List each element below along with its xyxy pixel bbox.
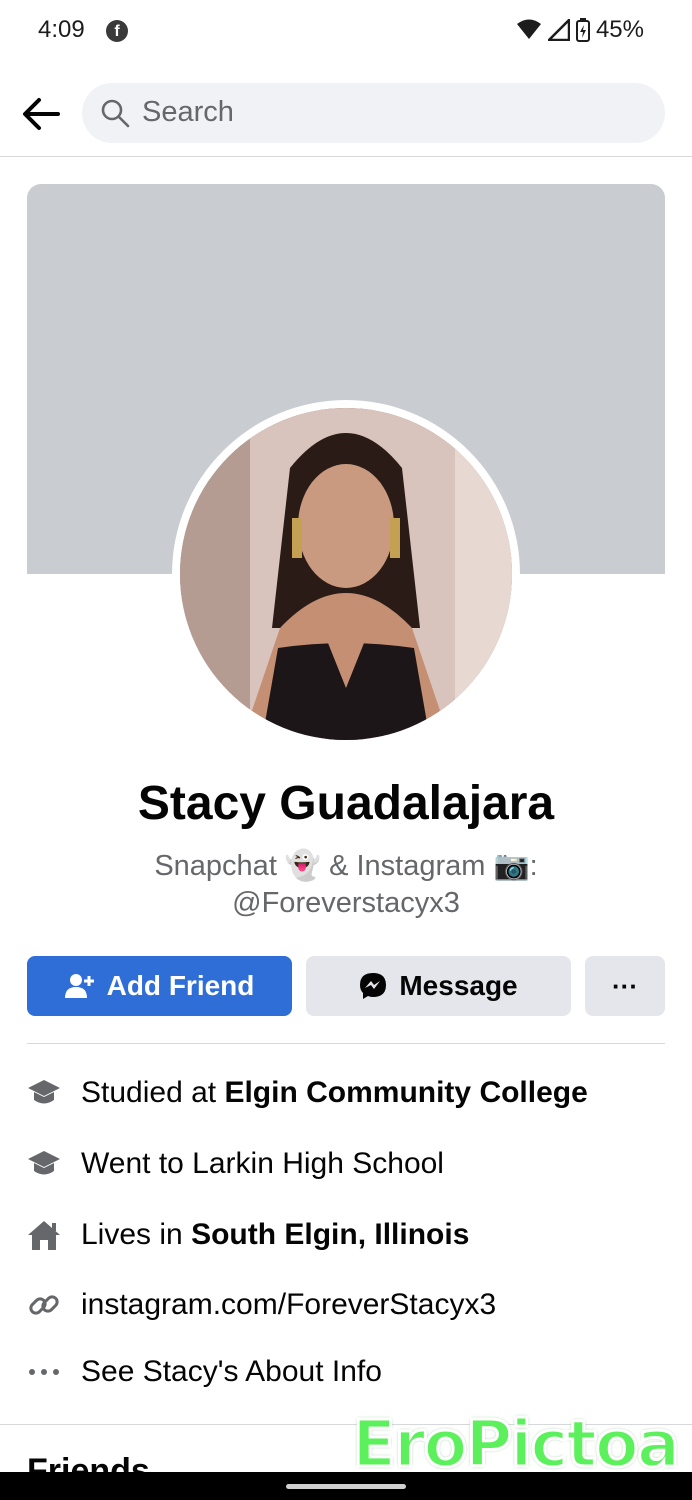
profile-picture[interactable] bbox=[180, 408, 512, 740]
search-placeholder[interactable]: Search bbox=[142, 96, 234, 129]
facebook-icon: f bbox=[106, 20, 128, 42]
battery-percent: 45% bbox=[595, 16, 644, 43]
more-options-button[interactable]: ··· bbox=[585, 956, 665, 1016]
back-arrow-icon bbox=[23, 98, 60, 130]
about-info-link[interactable]: See Stacy's About Info bbox=[81, 1355, 382, 1389]
profile-photo-image bbox=[180, 408, 512, 740]
lives-place[interactable]: South Elgin, Illinois bbox=[191, 1218, 469, 1251]
messenger-icon bbox=[360, 973, 387, 999]
add-friend-button[interactable]: Add Friend bbox=[27, 956, 292, 1016]
went-to-text: Went to Larkin High School bbox=[81, 1147, 444, 1180]
studied-prefix: Studied at bbox=[81, 1076, 225, 1109]
add-person-icon bbox=[64, 974, 94, 998]
add-friend-label: Add Friend bbox=[106, 970, 255, 1001]
studied-school[interactable]: Elgin Community College bbox=[224, 1076, 587, 1109]
status-right: 45% bbox=[516, 16, 644, 44]
back-button[interactable] bbox=[20, 92, 64, 136]
home-gesture-handle[interactable] bbox=[286, 1484, 406, 1489]
watermark: EroPictoa bbox=[351, 1407, 682, 1484]
message-button[interactable]: Message bbox=[306, 956, 571, 1016]
house-icon bbox=[27, 1218, 61, 1252]
info-lives-in[interactable]: Lives in South Elgin, Illinois bbox=[27, 1213, 667, 1257]
instagram-link[interactable]: instagram.com/ForeverStacyx3 bbox=[81, 1288, 496, 1322]
battery-icon bbox=[575, 18, 590, 42]
graduation-cap-icon bbox=[27, 1076, 61, 1110]
more-dots-icon: ··· bbox=[612, 970, 638, 1001]
link-icon bbox=[27, 1288, 61, 1322]
status-time: 4:09 bbox=[38, 16, 85, 43]
bio-line-1: Snapchat 👻 & Instagram 📷: bbox=[154, 850, 538, 882]
graduation-cap-icon bbox=[27, 1147, 61, 1181]
more-dots-icon bbox=[27, 1355, 61, 1389]
search-icon bbox=[101, 99, 130, 128]
info-went-to[interactable]: Went to Larkin High School bbox=[27, 1142, 667, 1186]
divider bbox=[0, 156, 692, 157]
signal-icon bbox=[547, 19, 570, 41]
divider bbox=[27, 1043, 665, 1044]
info-studied-at[interactable]: Studied at Elgin Community College bbox=[27, 1071, 667, 1115]
info-link[interactable]: instagram.com/ForeverStacyx3 bbox=[27, 1283, 667, 1327]
info-about[interactable]: See Stacy's About Info bbox=[27, 1350, 667, 1394]
message-label: Message bbox=[399, 970, 518, 1001]
profile-bio: Snapchat 👻 & Instagram 📷: @Foreverstacyx… bbox=[100, 848, 592, 922]
profile-name: Stacy Guadalajara bbox=[137, 777, 555, 830]
wifi-icon bbox=[516, 19, 541, 39]
lives-prefix: Lives in bbox=[81, 1218, 192, 1251]
bio-line-2: @Foreverstacyx3 bbox=[232, 887, 460, 919]
